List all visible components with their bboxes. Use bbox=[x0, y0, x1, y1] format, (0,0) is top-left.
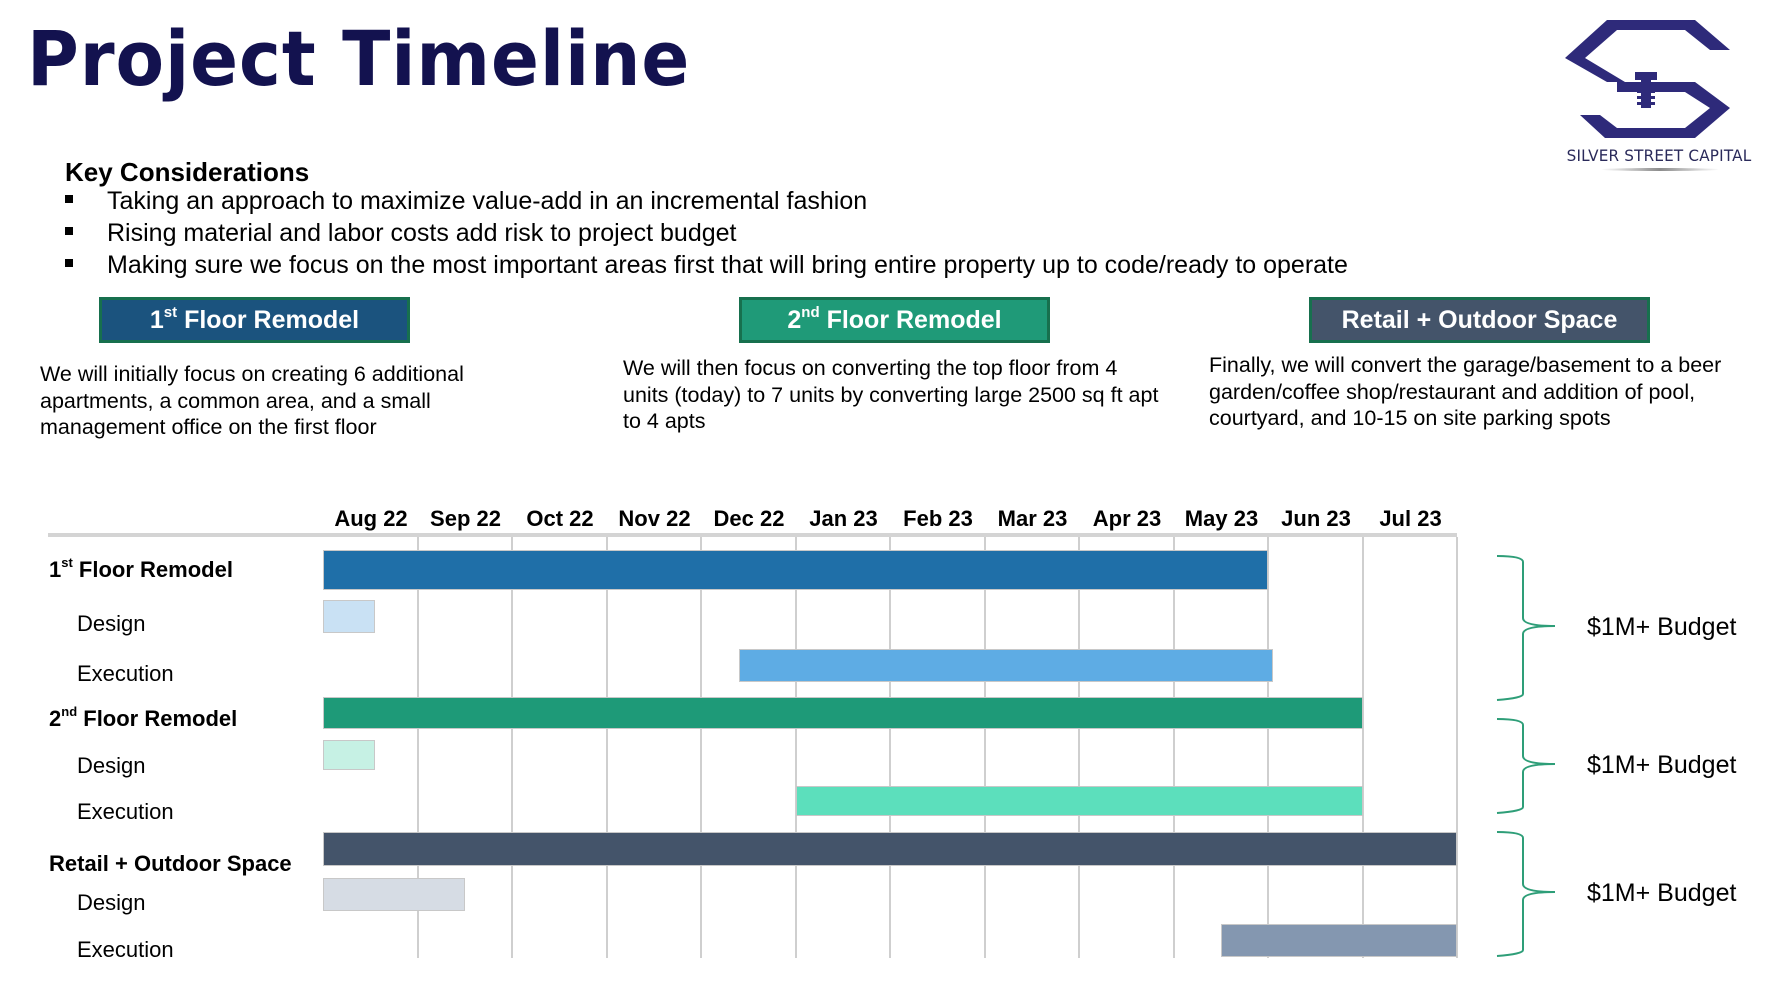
key-considerations-heading: Key Considerations bbox=[65, 157, 310, 187]
month-gridline bbox=[794, 537, 797, 958]
phase-label: Floor Remodel bbox=[177, 306, 360, 334]
month-tick-label: Aug 22 bbox=[334, 506, 408, 531]
budget-label: $1M+ Budget bbox=[1587, 751, 1737, 779]
phase-description-2nd-floor: We will then focus on converting the top… bbox=[623, 356, 1159, 433]
gantt-bar-design[interactable] bbox=[323, 878, 465, 911]
gantt-bar-execution[interactable] bbox=[738, 649, 1273, 682]
curly-brace-icon bbox=[1496, 831, 1556, 957]
curly-brace-icon bbox=[1496, 718, 1556, 814]
bullet-text: Rising material and labor costs add risk… bbox=[107, 219, 737, 247]
task-label-execution: Execution bbox=[77, 799, 174, 824]
group-label-num: 2 bbox=[49, 706, 62, 731]
month-tick-label: May 23 bbox=[1184, 506, 1259, 531]
brace-path bbox=[1496, 831, 1556, 957]
phase-label-num: 2 bbox=[787, 306, 802, 334]
bullet-marker-icon bbox=[65, 195, 73, 204]
month-gridline bbox=[1078, 537, 1080, 958]
phase-label-sup: nd bbox=[801, 303, 820, 321]
bullet-text: Making sure we focus on the most importa… bbox=[107, 251, 1348, 279]
bullet-text: Taking an approach to maximize value-add… bbox=[107, 187, 868, 215]
gantt-bar-summary[interactable] bbox=[323, 697, 1363, 729]
group-label-text: Floor Remodel bbox=[77, 706, 238, 731]
brace-path bbox=[1496, 718, 1556, 814]
group-label-text: Retail + Outdoor Space bbox=[49, 851, 292, 876]
month-gridline bbox=[605, 537, 608, 958]
bullet-marker-icon bbox=[65, 227, 73, 236]
month-tick-label: Dec 22 bbox=[713, 506, 785, 531]
group-label: 1st Floor Remodel bbox=[49, 554, 233, 583]
bullet-item: Making sure we focus on the most importa… bbox=[65, 251, 1348, 280]
gantt-bar-design[interactable] bbox=[323, 600, 375, 633]
gantt-bar-design[interactable] bbox=[323, 740, 375, 770]
timeline-header-divider bbox=[48, 533, 1457, 537]
task-label-design: Design bbox=[77, 753, 146, 778]
month-tick-label: Jun 23 bbox=[1281, 506, 1351, 531]
month-gridline bbox=[1361, 537, 1364, 958]
month-tick-label: Oct 22 bbox=[526, 506, 594, 531]
group-label-num: 1 bbox=[49, 557, 62, 582]
month-gridline bbox=[700, 537, 702, 958]
group-label-text: Floor Remodel bbox=[72, 557, 233, 582]
brace-path bbox=[1496, 555, 1556, 701]
logo-wordmark: SILVER STREET CAPITAL bbox=[1566, 146, 1752, 165]
budget-label: $1M+ Budget bbox=[1587, 613, 1737, 641]
task-label-design: Design bbox=[77, 611, 146, 636]
phase-label-num: 1 bbox=[149, 306, 164, 334]
group-label: Retail + Outdoor Space bbox=[49, 851, 292, 877]
gantt-bar-execution[interactable] bbox=[795, 786, 1363, 816]
curly-brace-icon bbox=[1496, 555, 1556, 701]
month-tick-label: Mar 23 bbox=[997, 506, 1068, 531]
bullet-item: Rising material and labor costs add risk… bbox=[65, 219, 737, 248]
phase-label-sup: st bbox=[163, 303, 178, 321]
task-label-execution: Execution bbox=[77, 661, 174, 686]
page-title: Project Timeline bbox=[27, 14, 691, 103]
month-gridline bbox=[983, 537, 986, 958]
phase-description-retail-outdoor: Finally, we will convert the garage/base… bbox=[1209, 353, 1722, 430]
group-label: 2nd Floor Remodel bbox=[49, 703, 238, 732]
month-tick-label: Feb 23 bbox=[903, 506, 973, 531]
gantt-bar-execution[interactable] bbox=[1220, 924, 1457, 957]
month-tick-label: Sep 22 bbox=[430, 506, 501, 531]
month-tick-label: Nov 22 bbox=[618, 506, 691, 531]
task-label-design: Design bbox=[77, 890, 146, 915]
phase-box-2nd-floor: 2nd Floor Remodel bbox=[739, 297, 1050, 343]
month-tick-label: Jan 23 bbox=[809, 506, 878, 531]
phase-label: Floor Remodel bbox=[819, 306, 1002, 334]
gantt-bar-summary[interactable] bbox=[323, 550, 1268, 590]
bullet-item: Taking an approach to maximize value-add… bbox=[65, 187, 867, 216]
phase-box-retail-outdoor: Retail + Outdoor Space bbox=[1309, 297, 1650, 343]
group-label-sup: st bbox=[61, 554, 73, 570]
group-label-sup: nd bbox=[61, 703, 78, 719]
month-gridline bbox=[889, 537, 891, 958]
gantt-bar-summary[interactable] bbox=[323, 832, 1457, 866]
month-gridline bbox=[511, 537, 513, 958]
phase-box-1st-floor: 1st Floor Remodel bbox=[99, 297, 410, 343]
month-tick-label: Jul 23 bbox=[1379, 506, 1442, 531]
month-gridline bbox=[1456, 537, 1458, 958]
phase-description-1st-floor: We will initially focus on creating 6 ad… bbox=[40, 362, 464, 439]
month-gridline bbox=[1267, 537, 1269, 958]
logo-underline bbox=[1600, 168, 1720, 171]
phase-label: Retail + Outdoor Space bbox=[1341, 306, 1618, 334]
month-gridline bbox=[1172, 537, 1175, 958]
budget-label: $1M+ Budget bbox=[1587, 879, 1737, 907]
task-label-execution: Execution bbox=[77, 937, 174, 962]
bullet-marker-icon bbox=[65, 259, 73, 268]
month-tick-label: Apr 23 bbox=[1092, 506, 1162, 531]
